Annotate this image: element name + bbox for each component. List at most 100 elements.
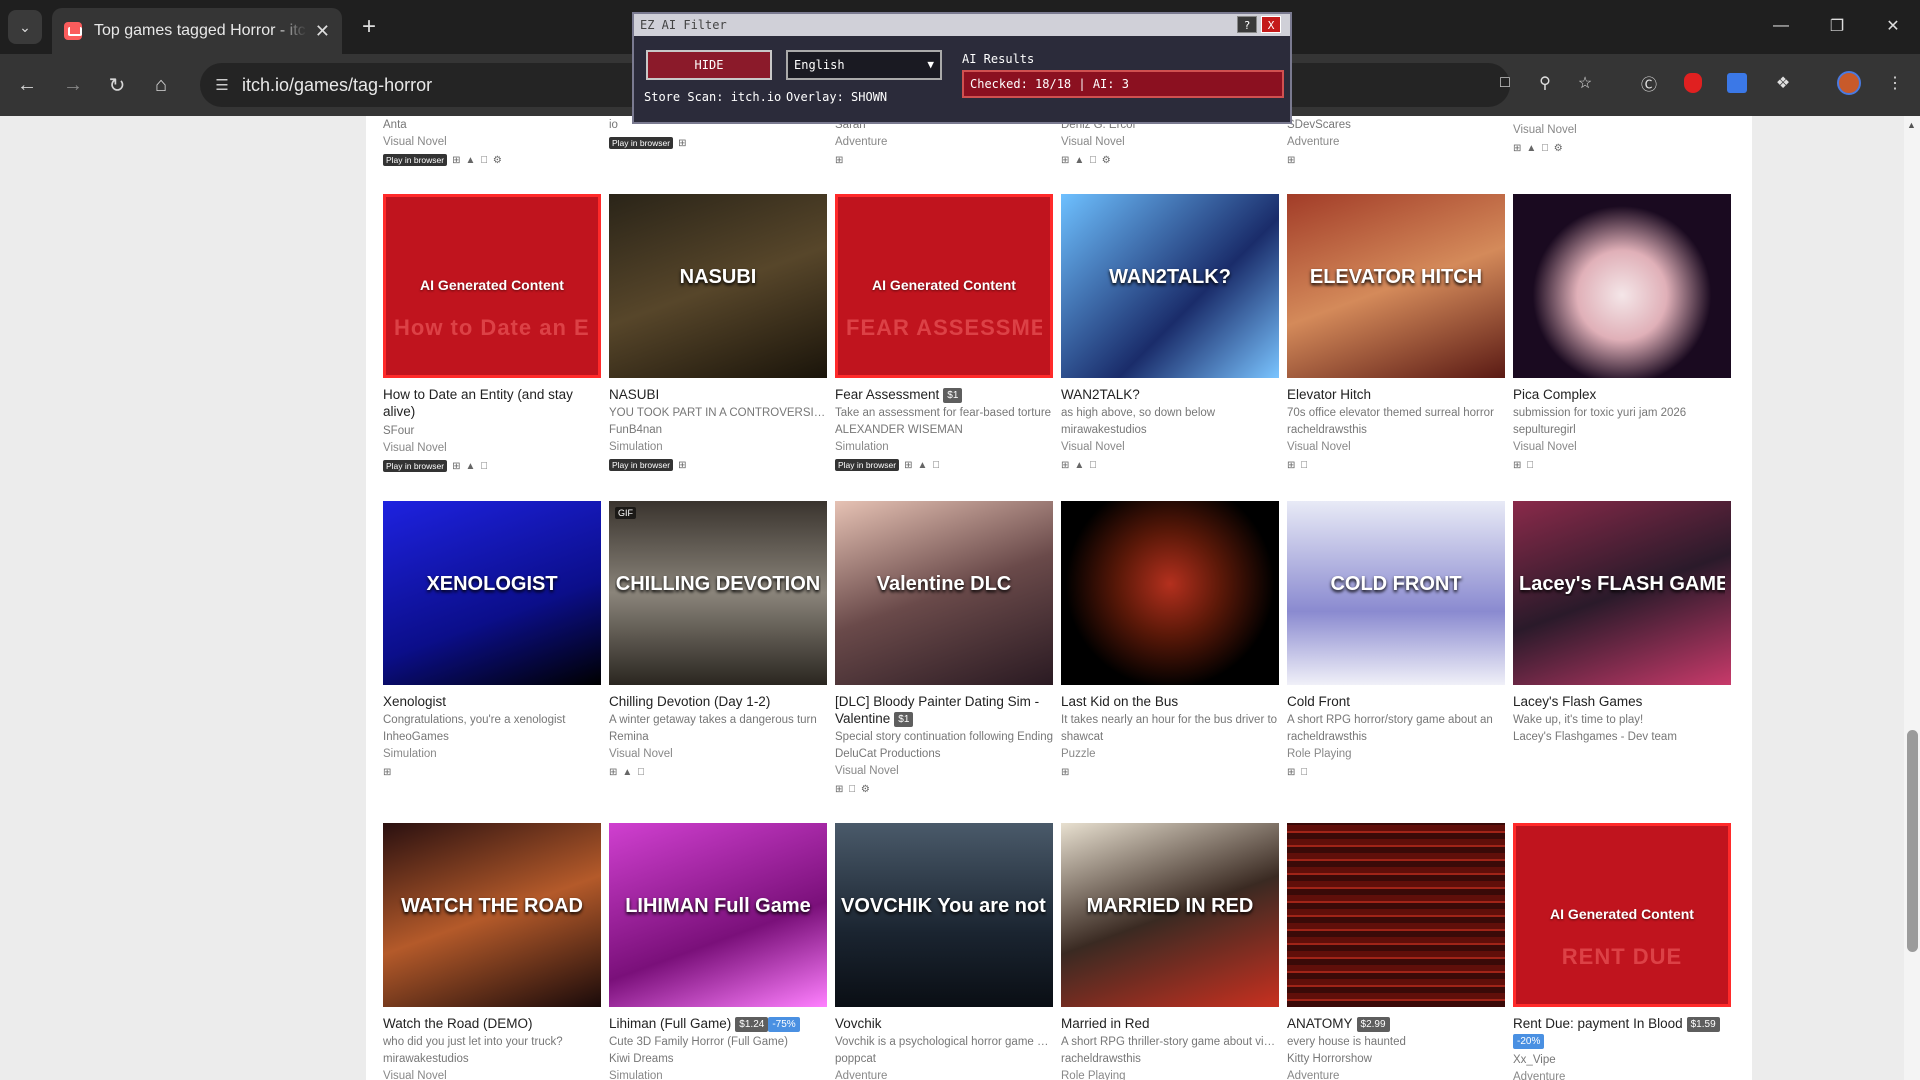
game-author[interactable]: Kitty Horrorshow [1287,1053,1505,1065]
game-author[interactable]: SDevScares [1287,119,1505,131]
bookmark-star-icon[interactable]: ☆ [1570,68,1600,98]
game-thumbnail[interactable]: MARRIED IN RED [1061,823,1279,1007]
scroll-thumb[interactable] [1907,730,1918,952]
install-app-icon[interactable]: □ [1490,68,1520,98]
game-title-row[interactable]: Married in Red [1061,1015,1279,1032]
url-text[interactable]: itch.io/games/tag-horror [242,75,432,96]
game-card[interactable]: ANATOMY $2.99 every house is haunted Kitty … [1287,823,1505,1080]
game-title-row[interactable]: [DLC] Bloody Painter Dating Sim - Valent… [835,693,1053,727]
translate-extension-icon[interactable] [1722,68,1752,98]
game-title[interactable]: Watch the Road (DEMO) [383,1016,533,1031]
game-title-row[interactable]: Lihiman (Full Game) $1.24 -75% [609,1015,827,1032]
game-thumbnail[interactable]: VOVCHIK You are not alone [835,823,1053,1007]
game-author[interactable]: Anta [383,119,601,131]
game-author[interactable]: Kiwi Dreams [609,1053,827,1065]
game-card[interactable]: ELEVATOR HITCH Elevator Hitch 70s office e… [1287,194,1505,472]
game-title-row[interactable]: Rent Due: payment In Blood $1.59 -20% [1513,1015,1731,1049]
hide-button[interactable]: HIDE [646,50,772,80]
game-title[interactable]: Last Kid on the Bus [1061,694,1178,709]
game-author[interactable]: racheldrawsthis [1287,731,1505,743]
game-author[interactable]: racheldrawsthis [1287,424,1505,436]
game-card[interactable]: GIF CHILLING DEVOTION Chilling Devotion (D… [609,501,827,779]
game-thumbnail[interactable] [1287,823,1505,1007]
home-icon[interactable]: ⌂ [144,68,178,102]
game-card[interactable]: NASUBI NASUBI YOU TOOK PART IN A CONTROVER… [609,194,827,472]
game-title-row[interactable]: How to Date an Entity (and stay alive) [383,386,601,420]
game-title[interactable]: ANATOMY [1287,1016,1353,1031]
game-card[interactable]: Valentine DLC [DLC] Bloody Painter Dating… [835,501,1053,796]
game-thumbnail[interactable]: AI Generated Content RENT DUE [1513,823,1731,1007]
game-title[interactable]: NASUBI [609,387,659,402]
game-title[interactable]: Vovchik [835,1016,882,1031]
game-title-row[interactable]: Pica Complex [1513,386,1731,403]
game-title-row[interactable]: Fear Assessment $1 [835,386,1053,403]
game-thumbnail[interactable]: XENOLOGIST [383,501,601,685]
game-thumbnail[interactable]: WAN2TALK? [1061,194,1279,378]
game-author[interactable]: mirawakestudios [1061,424,1279,436]
game-thumbnail[interactable]: AI Generated Content How to Date an Entit… [383,194,601,378]
game-card[interactable]: COLD FRONT Cold Front A short RPG horror/s… [1287,501,1505,779]
game-author[interactable]: Xx_Vipe [1513,1054,1731,1066]
game-title[interactable]: WAN2TALK? [1061,387,1140,402]
help-button[interactable]: ? [1237,16,1257,33]
game-thumbnail[interactable]: Lacey's FLASH GAMES [1513,501,1731,685]
game-title[interactable]: Cold Front [1287,694,1350,709]
game-thumbnail[interactable] [1513,194,1731,378]
tab-search-button[interactable]: ⌄ [8,10,42,44]
game-title-row[interactable]: Cold Front [1287,693,1505,710]
game-title[interactable]: Rent Due: payment In Blood [1513,1016,1683,1031]
site-info-icon[interactable]: ☰ [210,73,234,97]
game-title[interactable]: [DLC] Bloody Painter Dating Sim - Valent… [835,694,1039,726]
minimize-button[interactable]: — [1758,8,1804,44]
game-title[interactable]: Elevator Hitch [1287,387,1371,402]
page-scrollbar[interactable]: ▲ [1904,116,1920,1080]
game-card[interactable]: Lacey's FLASH GAMES Lacey's Flash Games Wa… [1513,501,1731,743]
prev-game-card-remnant[interactable]: Anta Visual Novel Play in browser ⊞ ▲ ⚙ [383,116,601,167]
game-thumbnail[interactable]: ELEVATOR HITCH [1287,194,1505,378]
game-title-row[interactable]: Watch the Road (DEMO) [383,1015,601,1032]
profile-avatar[interactable] [1834,68,1864,98]
game-author[interactable]: FunB4nan [609,424,827,436]
game-author[interactable]: DeluCat Productions [835,748,1053,760]
game-title-row[interactable]: Vovchik [835,1015,1053,1032]
game-thumbnail[interactable]: WATCH THE ROAD [383,823,601,1007]
browser-menu-icon[interactable]: ⋮ [1880,68,1910,98]
game-title-row[interactable]: NASUBI [609,386,827,403]
game-title-row[interactable]: Xenologist [383,693,601,710]
game-author[interactable]: racheldrawsthis [1061,1053,1279,1065]
game-title[interactable]: Xenologist [383,694,446,709]
scroll-up-icon[interactable]: ▲ [1907,120,1916,130]
game-author[interactable]: poppcat [835,1053,1053,1065]
game-title-row[interactable]: Elevator Hitch [1287,386,1505,403]
game-author[interactable]: InheoGames [383,731,601,743]
active-tab[interactable]: Top games tagged Horror - itch.io ✕ [52,8,342,54]
forward-arrow-icon[interactable]: → [56,68,90,102]
game-author[interactable]: Lacey's Flashgames - Dev team [1513,731,1731,743]
back-arrow-icon[interactable]: ← [10,68,44,102]
tab-close-icon[interactable]: ✕ [315,21,330,42]
game-title[interactable]: Lihiman (Full Game) [609,1016,731,1031]
game-title[interactable]: Married in Red [1061,1016,1150,1031]
restore-button[interactable]: ❐ [1814,8,1860,44]
game-title[interactable]: Lacey's Flash Games [1513,694,1642,709]
game-author[interactable]: shawcat [1061,731,1279,743]
game-card[interactable]: Pica Complex submission for toxic yuri ja… [1513,194,1731,472]
game-card[interactable]: MARRIED IN RED Married in Red A short RPG … [1061,823,1279,1080]
game-thumbnail[interactable]: Valentine DLC [835,501,1053,685]
reload-icon[interactable]: ↻ [100,68,134,102]
game-title-row[interactable]: ANATOMY $2.99 [1287,1015,1505,1032]
game-author[interactable]: ALEXANDER WISEMAN [835,424,1053,436]
extensions-puzzle-icon[interactable]: ❖ [1768,68,1798,98]
game-card[interactable]: WAN2TALK? WAN2TALK? as high above, so down… [1061,194,1279,472]
game-title-row[interactable]: Chilling Devotion (Day 1-2) [609,693,827,710]
prev-game-card-remnant[interactable]: Visual Novel ⊞ ▲ ⚙ [1513,116,1731,155]
adblock-extension-icon[interactable] [1678,68,1708,98]
new-tab-button[interactable]: + [352,10,386,44]
close-panel-button[interactable]: X [1261,16,1281,33]
game-card[interactable]: VOVCHIK You are not alone Vovchik Vovchik … [835,823,1053,1080]
game-title[interactable]: How to Date an Entity (and stay alive) [383,387,573,419]
game-title[interactable]: Pica Complex [1513,387,1596,402]
game-card[interactable]: LIHIMAN Full Game Lihiman (Full Game) $1.2… [609,823,827,1080]
game-thumbnail[interactable] [1061,501,1279,685]
game-title[interactable]: Fear Assessment [835,387,939,402]
